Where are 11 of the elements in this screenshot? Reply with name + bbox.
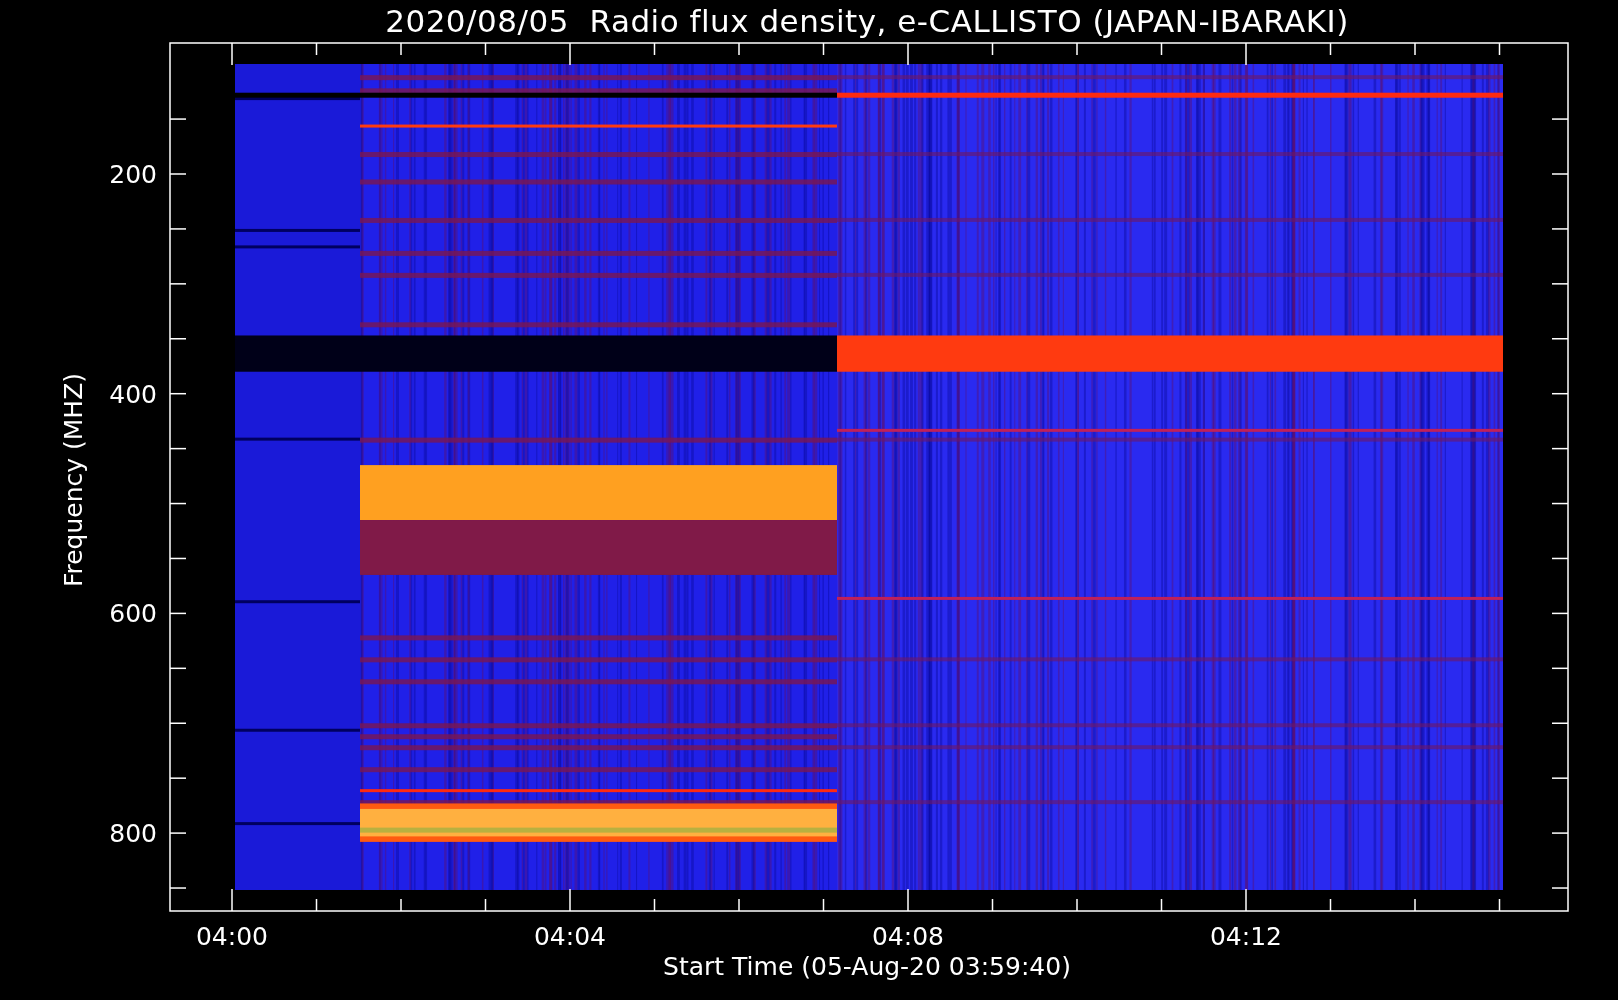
y-tick-label: 200 <box>109 160 157 189</box>
y-tick-label: 600 <box>109 599 157 629</box>
x-tick-label: 04:00 <box>196 922 268 951</box>
y-tick-label: 800 <box>109 819 157 849</box>
x-axis-label: Start Time (05-Aug-20 03:59:40) <box>663 952 1071 981</box>
x-tick-label: 04:04 <box>534 922 606 951</box>
x-tick-label: 04:08 <box>872 922 944 951</box>
y-tick-label: 400 <box>109 379 157 409</box>
y-axis-label: Frequency (MHZ) <box>59 372 88 588</box>
chart-title: 2020/08/05 Radio flux density, e-CALLISTO (JAPAN-IBARAKI) <box>385 3 1349 39</box>
x-tick-label: 04:12 <box>1210 922 1282 951</box>
